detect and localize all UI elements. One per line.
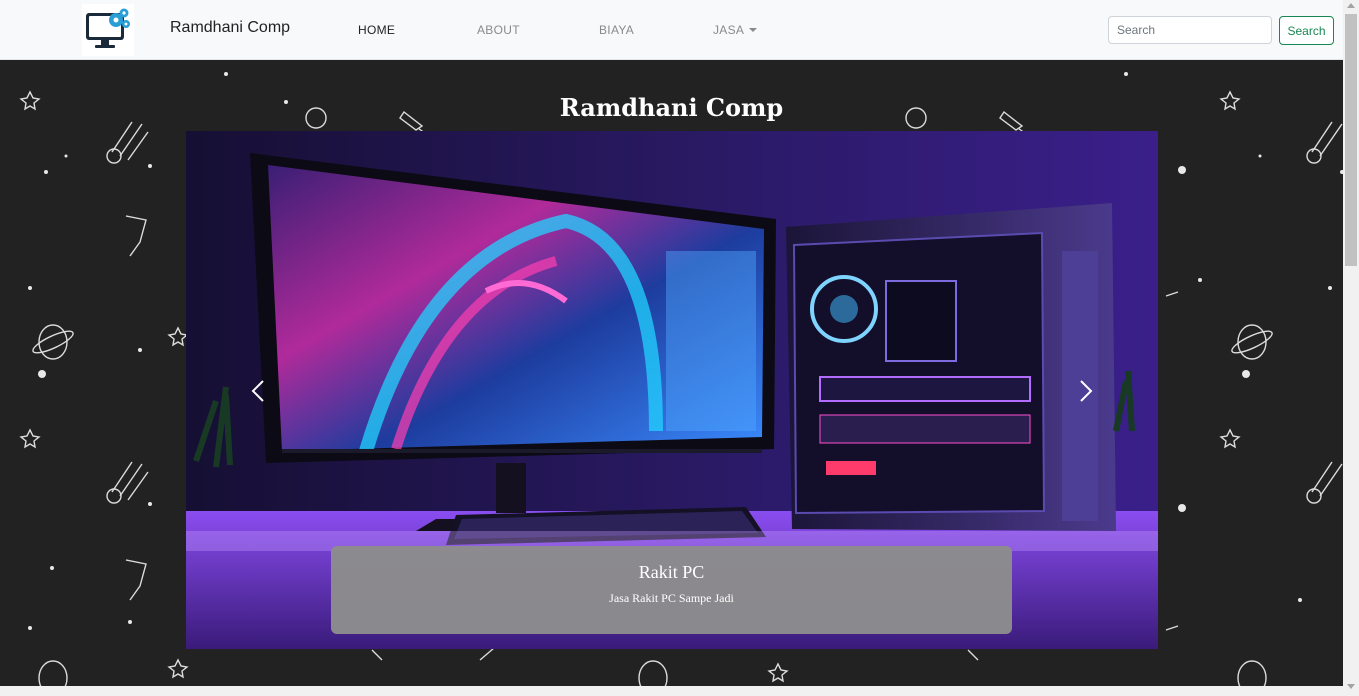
scroll-down-arrow-icon[interactable] — [1347, 684, 1355, 689]
navbar: Ramdhani Comp HOME ABOUT BIAYA JASA Sear… — [0, 0, 1343, 60]
nav-link-home[interactable]: HOME — [358, 23, 395, 37]
image-carousel: Rakit PC Jasa Rakit PC Sampe Jadi — [186, 131, 1158, 649]
brand-logo[interactable] — [82, 4, 134, 56]
nav-dropdown-jasa[interactable]: JASA — [713, 23, 758, 37]
hero-title: Ramdhani Comp — [559, 93, 784, 122]
search-button[interactable]: Search — [1279, 16, 1334, 45]
hero-section: Ramdhani Comp Rakit PC Jasa Rakit PC Sam… — [0, 60, 1343, 696]
scroll-up-arrow-icon[interactable] — [1347, 3, 1355, 8]
nav-dropdown-jasa-label: JASA — [713, 23, 745, 37]
chevron-right-icon — [1080, 380, 1093, 402]
caption-text: Jasa Rakit PC Sampe Jadi — [609, 591, 734, 605]
scrollbar-thumb[interactable] — [1345, 14, 1357, 266]
nav-link-biaya[interactable]: BIAYA — [599, 23, 634, 37]
search-input[interactable] — [1108, 16, 1272, 44]
horizontal-scrollbar[interactable] — [0, 686, 1343, 696]
nav-link-about[interactable]: ABOUT — [477, 23, 520, 37]
carousel-next-button[interactable] — [1070, 376, 1100, 406]
chevron-left-icon — [251, 380, 264, 402]
carousel-caption: Rakit PC Jasa Rakit PC Sampe Jadi — [331, 546, 1012, 634]
caption-title: Rakit PC — [638, 562, 705, 582]
caret-down-icon — [749, 28, 758, 32]
monitor-gears-icon — [86, 8, 130, 48]
vertical-scrollbar[interactable] — [1343, 0, 1359, 696]
navbar-brand[interactable]: Ramdhani Comp — [170, 19, 290, 37]
carousel-prev-button[interactable] — [244, 376, 274, 406]
